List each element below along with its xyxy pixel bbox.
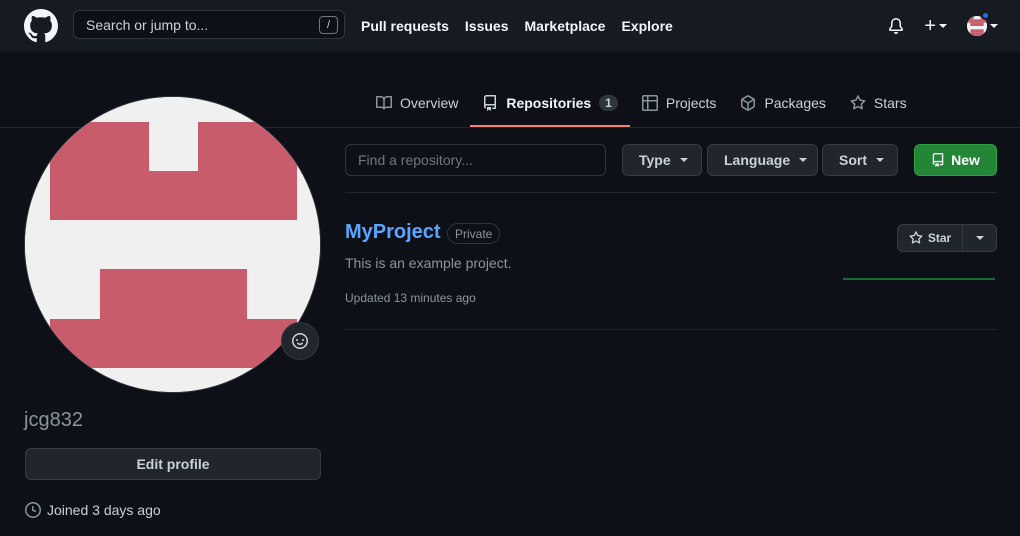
edit-profile-button[interactable]: Edit profile (25, 448, 321, 480)
tab-repositories[interactable]: Repositories 1 (470, 80, 630, 127)
nav-pull-requests[interactable]: Pull requests (361, 18, 449, 34)
package-icon (741, 95, 756, 111)
search-input[interactable]: Search or jump to... / (73, 10, 345, 39)
book-icon (376, 95, 392, 110)
joined-text: Joined 3 days ago (47, 502, 161, 518)
repositories-count-badge: 1 (599, 95, 618, 111)
divider (345, 192, 997, 193)
new-button-label: New (951, 152, 980, 168)
tab-repositories-label: Repositories (506, 95, 592, 111)
plus-icon: + (924, 15, 936, 37)
notifications-bell-icon[interactable] (888, 18, 904, 34)
tab-overview-label: Overview (400, 95, 459, 111)
activity-graph (843, 278, 995, 280)
tab-packages-label: Packages (764, 95, 826, 111)
find-repository-input[interactable]: Find a repository... (345, 144, 606, 176)
sort-dropdown-label: Sort (839, 152, 867, 168)
star-list-dropdown[interactable] (963, 225, 996, 251)
nav-explore[interactable]: Explore (621, 18, 672, 34)
star-icon (850, 95, 866, 110)
profile-username: jcg832 (24, 409, 83, 431)
nav-marketplace[interactable]: Marketplace (525, 18, 606, 34)
sort-dropdown[interactable]: Sort (822, 144, 898, 176)
header-nav: Pull requests Issues Marketplace Explore (361, 0, 673, 52)
table-icon (641, 95, 658, 111)
star-button[interactable]: Star (898, 225, 963, 251)
tab-packages[interactable]: Packages (728, 80, 837, 126)
nav-issues[interactable]: Issues (465, 18, 509, 34)
set-status-button[interactable] (281, 322, 319, 360)
github-logo-icon[interactable] (24, 9, 58, 43)
divider (345, 329, 997, 330)
language-dropdown-label: Language (724, 152, 791, 168)
user-menu-button[interactable] (967, 11, 998, 36)
search-placeholder: Search or jump to... (86, 16, 209, 33)
repo-icon (484, 95, 497, 111)
top-header: Search or jump to... / Pull requests Iss… (0, 0, 1020, 52)
status-dot (981, 11, 990, 20)
chevron-down-icon (679, 158, 688, 162)
repo-description: This is an example project. (345, 255, 512, 271)
new-repository-button[interactable]: New (914, 144, 997, 176)
type-dropdown-label: Type (639, 152, 671, 168)
repo-updated-time: Updated 13 minutes ago (345, 291, 476, 305)
header-right: + (888, 0, 998, 52)
smiley-icon (292, 333, 308, 349)
star-icon (909, 231, 923, 244)
tab-overview[interactable]: Overview (364, 80, 470, 126)
repo-icon (932, 153, 944, 167)
profile-tabs: Overview Repositories 1 Projects Package… (364, 80, 919, 128)
chevron-down-icon (876, 158, 884, 162)
language-dropdown[interactable]: Language (707, 144, 818, 176)
chevron-down-icon (799, 158, 808, 162)
type-dropdown[interactable]: Type (622, 144, 702, 176)
visibility-badge: Private (447, 223, 501, 244)
tab-stars[interactable]: Stars (838, 80, 919, 126)
chevron-down-icon (990, 24, 998, 28)
tab-projects-label: Projects (665, 95, 717, 111)
joined-date: Joined 3 days ago (25, 502, 161, 518)
chevron-down-icon (975, 236, 984, 240)
tab-projects[interactable]: Projects (630, 80, 729, 126)
repo-name-link[interactable]: MyProject (345, 221, 441, 244)
chevron-down-icon (939, 24, 947, 28)
profile-avatar[interactable] (24, 96, 321, 393)
search-shortcut-key: / (319, 16, 338, 34)
star-button-label: Star (927, 231, 952, 245)
identicon-image (25, 97, 320, 392)
clock-icon (25, 502, 41, 518)
tab-stars-label: Stars (873, 95, 907, 111)
star-button-group: Star (897, 224, 997, 252)
create-new-button[interactable]: + (924, 15, 947, 37)
